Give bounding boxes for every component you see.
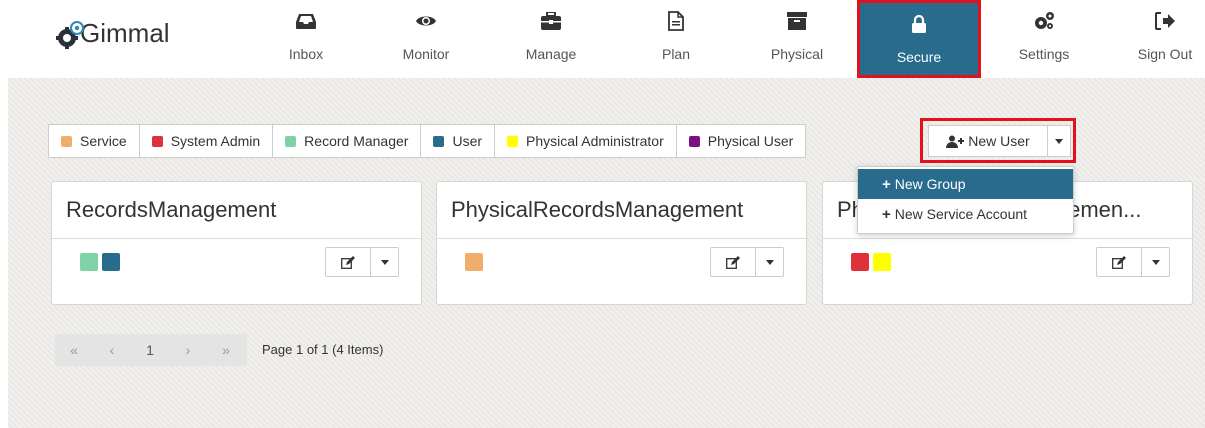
page-number-button[interactable]: 1 [131, 342, 169, 358]
plus-icon: + [882, 175, 891, 193]
pager-info: Page 1 of 1 (4 Items) [262, 342, 384, 357]
nav-label: Secure [896, 49, 942, 65]
new-user-button[interactable]: New User [928, 125, 1048, 157]
group-card-title[interactable]: PhysicalRecordsManagement [437, 182, 806, 239]
filter-label: Service [80, 133, 127, 149]
role-swatches [465, 253, 483, 271]
caret-down-icon [1151, 259, 1160, 265]
sign-out-icon [1155, 8, 1175, 34]
nav-label: Physical [770, 46, 824, 62]
nav-monitor[interactable]: Monitor [386, 0, 466, 78]
caret-down-icon [380, 259, 389, 265]
filter-label: System Admin [170, 133, 261, 149]
add-user-icon [946, 135, 965, 148]
logo-text: Gimmal [80, 18, 170, 48]
card-actions [325, 247, 399, 277]
new-user-dropdown-toggle[interactable] [1047, 125, 1071, 157]
caret-down-icon [1055, 138, 1063, 144]
nav-label: Settings [1018, 46, 1070, 62]
filter-service[interactable]: Service [49, 125, 140, 157]
filter-label: Physical Administrator [526, 133, 664, 149]
top-navigation: Gimmal Inbox Monitor Manage Plan Physica… [0, 0, 1205, 78]
inbox-icon [296, 8, 316, 34]
edit-icon [726, 255, 740, 269]
edit-button[interactable] [325, 247, 371, 277]
document-icon [668, 8, 684, 34]
archive-box-icon [787, 8, 807, 34]
service-swatch [61, 135, 72, 147]
role-swatch [873, 253, 891, 271]
menu-item-new-group[interactable]: + New Group [858, 169, 1073, 199]
nav-label: Manage [525, 46, 577, 62]
nav-label: Inbox [288, 46, 324, 62]
pager: « ‹ 1 › » [55, 334, 247, 366]
prev-page-button[interactable]: ‹ [93, 342, 131, 358]
new-user-label: New User [968, 133, 1030, 149]
menu-item-label: New Service Account [894, 206, 1028, 222]
card-actions [1096, 247, 1170, 277]
role-swatch [102, 253, 120, 271]
nav-manage[interactable]: Manage [512, 0, 590, 78]
nav-secure[interactable]: Secure [857, 0, 981, 78]
menu-item-new-service-account[interactable]: + New Service Account [858, 199, 1073, 229]
group-card-title[interactable]: RecordsManagement [52, 182, 421, 239]
edit-icon [341, 255, 355, 269]
lock-icon [911, 11, 927, 37]
gears-icon [1033, 8, 1055, 34]
edit-icon [1112, 255, 1126, 269]
system-admin-swatch [151, 135, 163, 147]
role-swatch [80, 253, 98, 271]
edit-button[interactable] [710, 247, 756, 277]
nav-settings[interactable]: Settings [1008, 0, 1080, 78]
user-swatch [433, 135, 445, 147]
nav-label: Sign Out [1137, 46, 1193, 62]
eye-icon [416, 8, 436, 34]
filter-record-manager[interactable]: Record Manager [273, 125, 422, 157]
role-swatches [851, 253, 891, 271]
filter-system-admin[interactable]: System Admin [140, 125, 274, 157]
role-swatch [465, 253, 483, 271]
nav-sign-out[interactable]: Sign Out [1128, 0, 1202, 78]
last-page-button[interactable]: » [207, 342, 245, 358]
role-filter-bar: Service System Admin Record Manager User… [48, 124, 807, 158]
filter-label: Physical User [707, 133, 794, 149]
new-user-split-button: New User [920, 118, 1076, 163]
role-swatches [80, 253, 120, 271]
group-card: PhysicalRecordsManagement [436, 181, 807, 305]
edit-button[interactable] [1096, 247, 1142, 277]
filter-label: User [452, 133, 483, 149]
menu-item-label: New Group [894, 176, 966, 192]
role-swatch [851, 253, 869, 271]
card-actions [710, 247, 784, 277]
caret-down-icon [765, 259, 774, 265]
gear-logo-icon [56, 20, 84, 49]
plus-icon: + [882, 205, 891, 223]
filter-physical-user[interactable]: Physical User [677, 125, 806, 157]
next-page-button[interactable]: › [169, 342, 207, 358]
record-manager-swatch [285, 135, 297, 147]
new-user-dropdown-menu: + New Group + New Service Account [857, 166, 1074, 234]
nav-physical[interactable]: Physical [760, 0, 834, 78]
group-card: RecordsManagement [51, 181, 422, 305]
briefcase-icon [541, 8, 561, 34]
filter-user[interactable]: User [421, 125, 496, 157]
first-page-button[interactable]: « [55, 342, 93, 358]
card-dropdown-toggle[interactable] [1142, 247, 1170, 277]
physical-administrator-swatch [507, 135, 519, 147]
nav-plan[interactable]: Plan [642, 0, 710, 78]
nav-inbox[interactable]: Inbox [268, 0, 344, 78]
nav-label: Plan [661, 46, 691, 62]
physical-user-swatch [688, 135, 700, 147]
filter-physical-administrator[interactable]: Physical Administrator [495, 125, 677, 157]
filter-label: Record Manager [304, 133, 409, 149]
card-dropdown-toggle[interactable] [756, 247, 784, 277]
nav-label: Monitor [402, 46, 450, 62]
gimmal-logo[interactable]: Gimmal [56, 18, 170, 49]
card-dropdown-toggle[interactable] [371, 247, 399, 277]
